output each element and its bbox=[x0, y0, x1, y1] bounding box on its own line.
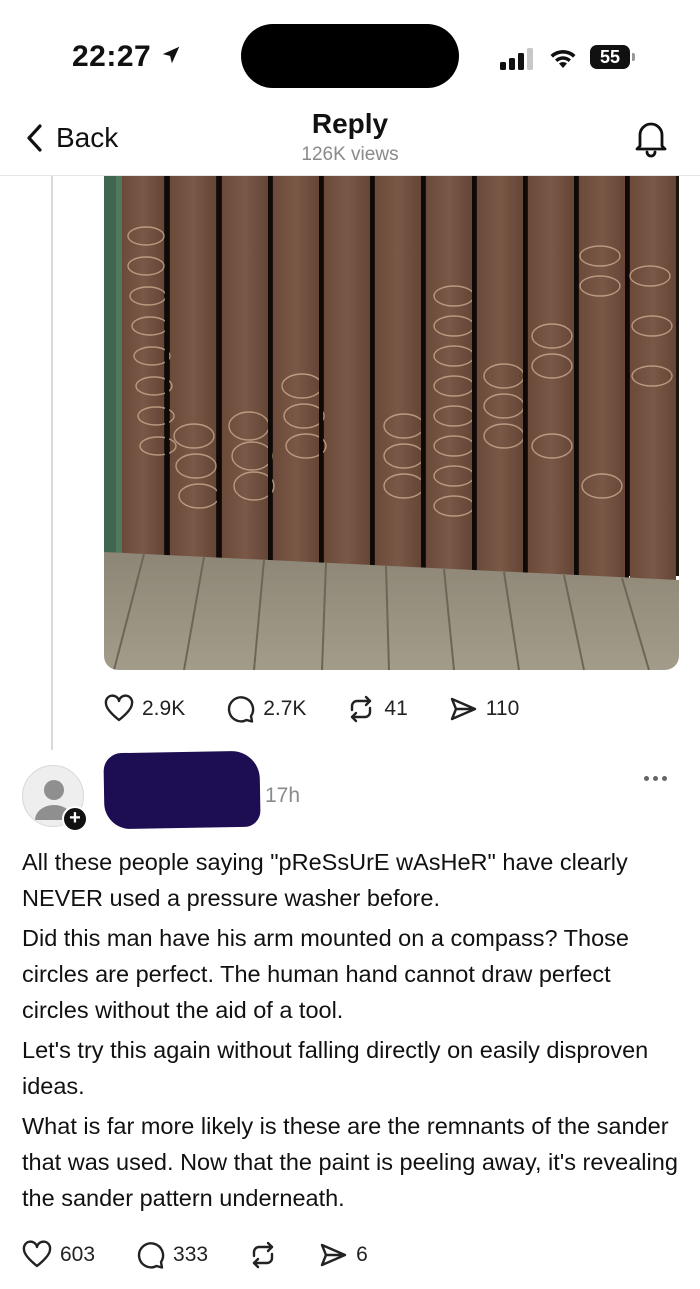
bell-icon[interactable] bbox=[632, 118, 670, 158]
share-count: 110 bbox=[485, 697, 520, 720]
battery-tip bbox=[632, 53, 635, 61]
status-time: 22:27 bbox=[72, 40, 152, 73]
reply-like-button[interactable]: 603 bbox=[22, 1240, 95, 1270]
post-action-bar: 2.9K 2.7K 41 110 bbox=[104, 694, 559, 724]
repost-button[interactable]: 41 bbox=[346, 694, 408, 724]
username-redaction bbox=[103, 750, 261, 830]
post-image[interactable] bbox=[104, 176, 679, 670]
comment-icon bbox=[228, 696, 255, 723]
fence-photo bbox=[104, 176, 679, 670]
page-title: Reply bbox=[311, 108, 389, 139]
share-button[interactable]: 110 bbox=[448, 694, 519, 724]
wifi-icon bbox=[550, 49, 576, 68]
send-icon bbox=[320, 1243, 347, 1267]
repost-icon bbox=[351, 695, 372, 723]
follow-button[interactable]: + bbox=[62, 806, 88, 832]
reply-paragraph: Did this man have his arm mounted on a c… bbox=[22, 925, 629, 1023]
battery-icon: 55 bbox=[590, 45, 636, 69]
send-icon bbox=[450, 697, 476, 721]
reply-count: 2.7K bbox=[263, 697, 307, 720]
reply-action-bar: 603 333 6 bbox=[22, 1240, 408, 1270]
ellipsis-icon[interactable] bbox=[644, 768, 674, 781]
thread-line bbox=[51, 176, 53, 750]
reply-comment-count: 333 bbox=[173, 1243, 209, 1266]
reply-repost-button[interactable] bbox=[248, 1240, 278, 1270]
heart-icon bbox=[22, 1240, 52, 1268]
reply-share-button[interactable]: 6 bbox=[318, 1240, 368, 1270]
repost-icon bbox=[252, 1241, 274, 1269]
reply-body: All these people saying "pReSsUrE wAsHeR… bbox=[22, 844, 682, 1220]
battery-level: 55 bbox=[590, 45, 630, 69]
reply-button[interactable]: 2.7K bbox=[225, 694, 306, 724]
reply-paragraph: All these people saying "pReSsUrE wAsHeR… bbox=[22, 849, 628, 911]
heart-icon bbox=[104, 694, 134, 722]
repost-count: 41 bbox=[384, 697, 408, 720]
reply-comment-button[interactable]: 333 bbox=[135, 1240, 208, 1270]
reply-share-count: 6 bbox=[356, 1243, 368, 1266]
status-bar: 22:27 55 bbox=[0, 0, 700, 100]
like-count: 2.9K bbox=[142, 697, 186, 720]
like-button[interactable]: 2.9K bbox=[104, 694, 185, 724]
location-arrow-icon bbox=[162, 46, 180, 64]
view-count: 126K views bbox=[301, 144, 399, 165]
nav-header: Back Reply 126K views bbox=[0, 100, 700, 176]
dynamic-island bbox=[241, 24, 459, 88]
cellular-signal-icon bbox=[500, 48, 533, 70]
reply-paragraph: What is far more likely is these are the… bbox=[22, 1113, 678, 1211]
comment-icon bbox=[137, 1242, 165, 1269]
reply-like-count: 603 bbox=[60, 1243, 96, 1266]
reply-paragraph: Let's try this again without falling dir… bbox=[22, 1037, 649, 1099]
reply-timestamp: 17h bbox=[265, 784, 301, 807]
